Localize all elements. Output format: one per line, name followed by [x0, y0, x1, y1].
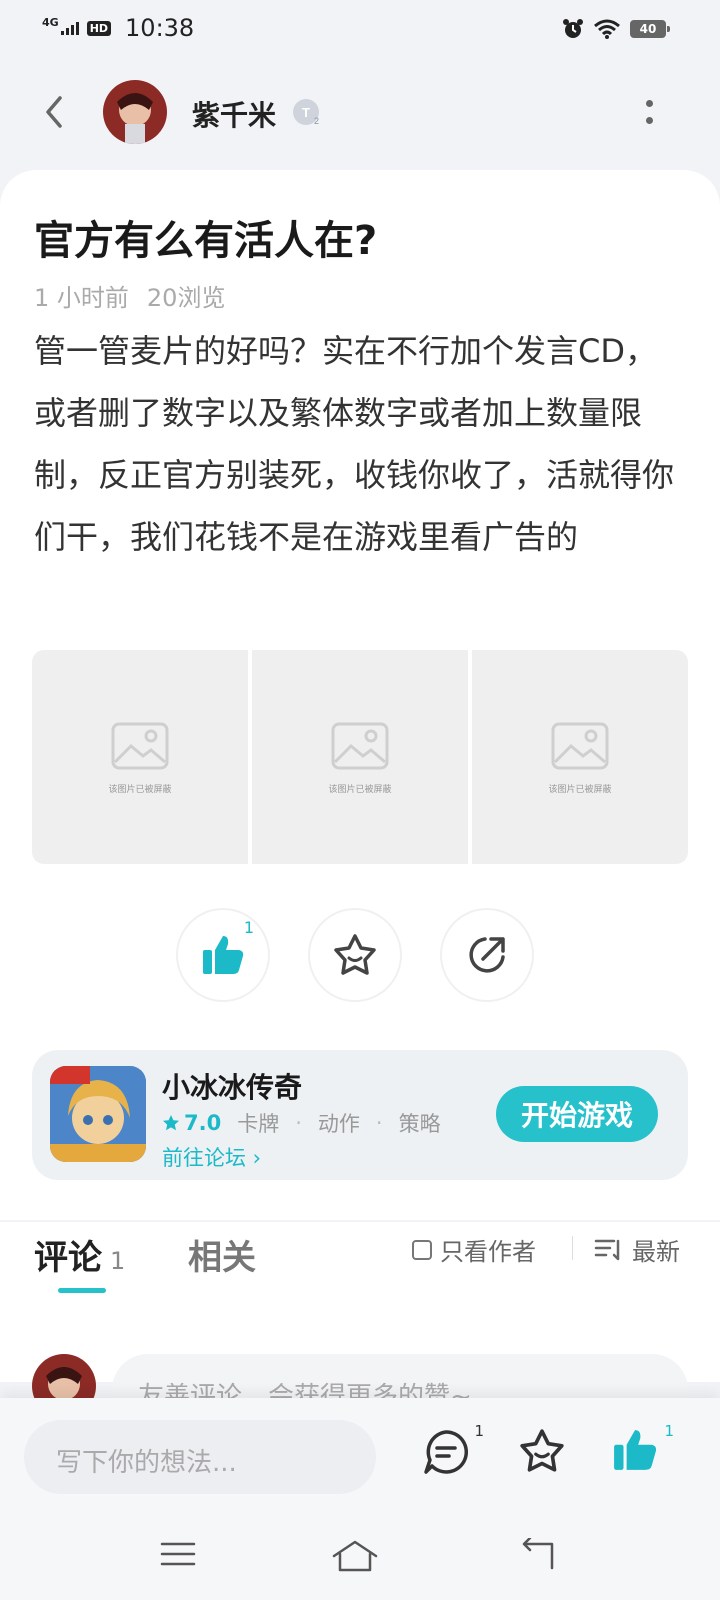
share-button[interactable]	[440, 908, 534, 1002]
game-tag: 卡牌	[237, 1112, 280, 1136]
post-header: 紫千米 T2	[0, 80, 720, 144]
author-only-filter[interactable]: 只看作者	[412, 1232, 536, 1267]
post-title: 官方有么有活人在?	[34, 218, 378, 264]
comments-count: 1	[110, 1247, 126, 1275]
comment-prompt-row: 友善评论，会获得更多的赞~	[0, 1354, 720, 1426]
image-placeholder[interactable]: 该图片已被屏蔽	[472, 650, 688, 864]
menu-icon	[160, 1542, 196, 1566]
game-rating-row: 7.0 卡牌 · 动作 · 策略	[162, 1108, 441, 1138]
game-tag: 动作	[317, 1112, 360, 1136]
recents-button[interactable]	[158, 1538, 202, 1578]
image-grid: 该图片已被屏蔽 该图片已被屏蔽 该图片已被屏蔽	[32, 650, 688, 864]
active-tab-indicator	[58, 1288, 106, 1293]
comment-count: 1	[474, 1422, 484, 1440]
post-meta: 1 小时前 20浏览	[34, 278, 225, 313]
sort-label: 最新	[632, 1238, 680, 1266]
image-caption: 该图片已被屏蔽	[108, 785, 172, 795]
tab-comments-label: 评论	[34, 1238, 102, 1278]
like-button[interactable]: 1	[176, 908, 270, 1002]
hd-badge: HD	[86, 20, 112, 36]
author-name[interactable]: 紫千米	[192, 94, 276, 134]
thumbs-up-icon	[203, 936, 244, 974]
system-nav-bar	[0, 1518, 720, 1598]
comment-composer[interactable]: 写下你的想法...	[24, 1420, 376, 1494]
favorite-button[interactable]	[308, 908, 402, 1002]
bottom-bar: 写下你的想法... 1 1	[0, 1398, 720, 1600]
star-icon	[520, 1429, 564, 1472]
back-icon	[522, 1536, 554, 1570]
chevron-left-icon	[46, 96, 62, 128]
back-button[interactable]	[36, 92, 76, 132]
post-actions: 1	[176, 908, 546, 1004]
image-icon	[111, 722, 169, 770]
status-left: 4G HD 10:38	[42, 14, 194, 42]
signal-icon	[60, 21, 79, 35]
like-count: 1	[664, 1422, 674, 1440]
more-options-button[interactable]	[634, 92, 664, 132]
wifi-icon	[594, 19, 620, 39]
thumbs-up-icon	[614, 1430, 657, 1470]
game-card[interactable]: 小冰冰传奇 7.0 卡牌 · 动作 · 策略 前往论坛 › 开始游戏	[32, 1050, 688, 1180]
alarm-icon	[563, 19, 583, 38]
game-icon[interactable]	[50, 1066, 146, 1162]
image-caption: 该图片已被屏蔽	[328, 785, 392, 795]
post-body: 管一管麦片的好吗？实在不行加个发言CD，或者删了数字以及繁体数字或者加上数量限制…	[34, 332, 675, 556]
star-icon	[163, 1115, 179, 1131]
comment-icon	[424, 1430, 469, 1474]
battery-level: 40	[639, 22, 657, 36]
home-button[interactable]	[330, 1538, 380, 1578]
level-badge: T2	[292, 98, 322, 128]
game-score: 7.0	[184, 1111, 222, 1135]
post-time: 1 小时前	[34, 284, 129, 312]
post-views: 20浏览	[146, 284, 226, 312]
start-game-button[interactable]: 开始游戏	[496, 1086, 658, 1142]
svg-text:2: 2	[314, 116, 319, 126]
forum-link[interactable]: 前往论坛 ›	[162, 1142, 261, 1172]
image-placeholder[interactable]: 该图片已被屏蔽	[252, 650, 468, 864]
favorite-button[interactable]	[518, 1428, 572, 1482]
battery-icon: 40	[630, 20, 670, 38]
post-card: 官方有么有活人在? 1 小时前 20浏览 管一管麦片的好吗？实在不行加个发言CD…	[0, 170, 720, 1220]
back-nav-button[interactable]	[518, 1536, 562, 1578]
comments-button[interactable]: 1	[422, 1422, 484, 1482]
game-name[interactable]: 小冰冰传奇	[162, 1066, 302, 1106]
share-icon	[469, 937, 505, 973]
divider	[572, 1236, 573, 1260]
like-count: 1	[243, 918, 254, 937]
home-icon	[332, 1540, 378, 1572]
star-icon	[334, 934, 376, 975]
sort-button[interactable]: 最新	[594, 1232, 680, 1267]
author-only-checkbox[interactable]	[412, 1239, 432, 1260]
game-tag: 策略	[398, 1112, 441, 1136]
svg-text:T: T	[302, 105, 310, 120]
image-placeholder[interactable]: 该图片已被屏蔽	[32, 650, 248, 864]
author-only-label: 只看作者	[440, 1238, 536, 1266]
status-bar: 4G HD 10:38 40	[0, 0, 720, 60]
tab-related[interactable]: 相关	[188, 1230, 256, 1279]
clock: 10:38	[125, 14, 195, 42]
image-caption: 该图片已被屏蔽	[548, 785, 612, 795]
comments-section: 评论 1 相关 只看作者 最新 友善评论，会获得更多的赞~	[0, 1222, 720, 1426]
tab-comments[interactable]: 评论 1	[34, 1230, 125, 1279]
author-avatar[interactable]	[103, 80, 167, 144]
sort-icon	[594, 1239, 620, 1260]
network-label: 4G	[42, 15, 59, 29]
status-right: 40	[562, 18, 670, 40]
like-button[interactable]: 1	[612, 1422, 674, 1482]
image-icon	[331, 722, 389, 770]
image-icon	[551, 722, 609, 770]
